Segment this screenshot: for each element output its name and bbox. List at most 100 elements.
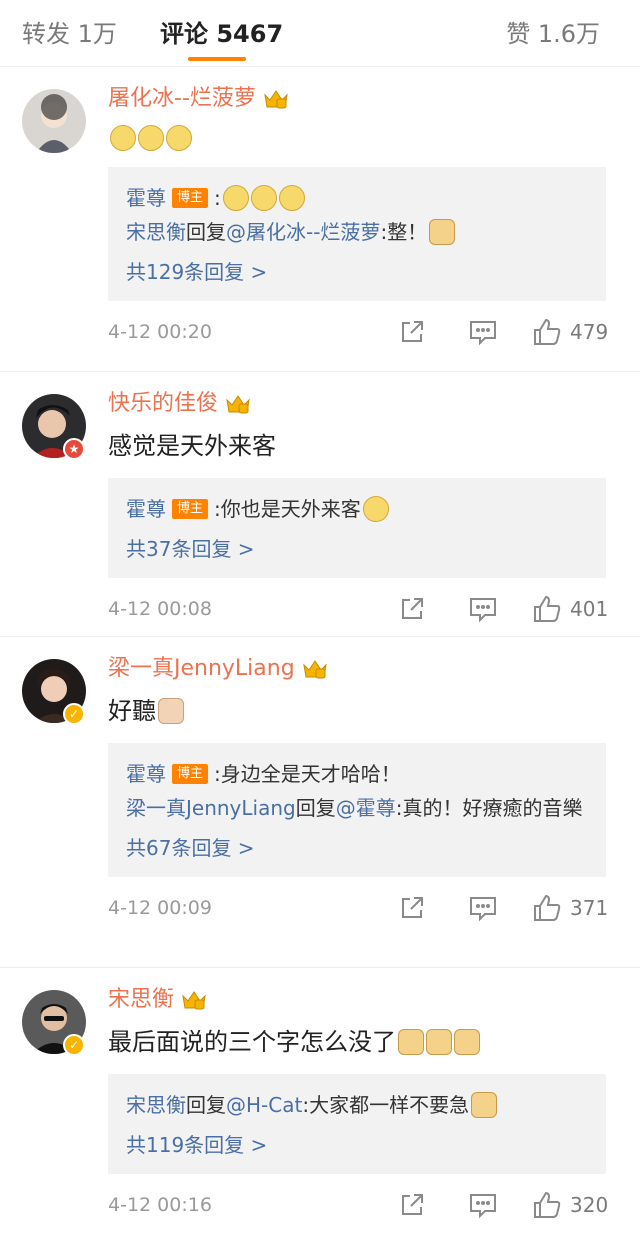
reply-box[interactable]: 霍尊 博主 : 身边全是天才哈哈！ 梁一真JennyLiang 回复 @霍尊 :…: [108, 743, 606, 877]
comment-username[interactable]: 宋思衡: [108, 984, 606, 1016]
more-replies-link[interactable]: 共37条回复 >: [126, 532, 588, 566]
upside-down-face-emoji-icon: [250, 185, 277, 211]
repost-icon[interactable]: [398, 594, 426, 624]
reply-user[interactable]: 宋思衡: [126, 215, 186, 249]
comment-text: 好聽: [108, 695, 606, 727]
reply-box[interactable]: 宋思衡 回复 @H-Cat : 大家都一样不要急 共119条回复 >: [108, 1074, 606, 1174]
reply-user[interactable]: 宋思衡: [126, 1088, 186, 1122]
tab-comments-label: 评论: [160, 20, 208, 48]
thumbs-up-emoji-icon: [158, 698, 184, 724]
more-replies-link[interactable]: 共119条回复 >: [126, 1128, 588, 1162]
author-tag: 博主: [172, 188, 209, 208]
reply-user[interactable]: 霍尊: [126, 492, 166, 526]
reply-mention[interactable]: @H-Cat: [226, 1088, 302, 1122]
verified-badge-icon: ✓: [63, 1034, 85, 1056]
comment-timestamp: 4-12 00:20: [108, 321, 212, 343]
like-button[interactable]: 401: [532, 594, 608, 624]
dizzy-face-emoji-icon: [110, 125, 136, 151]
reply-text: 真的！好療癒的音樂: [402, 796, 583, 820]
comment-item: ✓ 梁一真JennyLiang 好聽 霍尊 博主 : 身边全是天才哈哈！ 梁一真…: [0, 637, 640, 968]
crown-badge-icon: [302, 660, 327, 679]
dizzy-face-emoji-icon: [166, 125, 192, 151]
doge-emoji-icon: [429, 219, 456, 245]
comment-timestamp: 4-12 00:09: [108, 897, 212, 919]
like-button[interactable]: 371: [532, 893, 608, 923]
reply-line: 霍尊 博主 :: [126, 181, 588, 215]
comment-text: [108, 125, 606, 151]
doge-emoji-icon: [471, 1092, 498, 1118]
reply-line: 宋思衡 回复 @屠化冰--烂菠萝 : 整！: [126, 215, 588, 249]
reply-box[interactable]: 霍尊 博主 : 宋思衡 回复 @屠化冰--烂菠萝 : 整！ 共129条回复 >: [108, 167, 606, 301]
like-button[interactable]: 320: [532, 1190, 608, 1220]
reply-user[interactable]: 梁一真JennyLiang: [126, 791, 296, 825]
tab-likes[interactable]: 赞 1.6万: [506, 14, 600, 49]
username-text: 宋思衡: [108, 987, 175, 1012]
comment-footer: 4-12 00:16 320: [108, 1174, 608, 1240]
reply-line: 霍尊 博主 : 你也是天外来客: [126, 492, 588, 526]
repost-icon[interactable]: [398, 317, 426, 347]
comment-icon[interactable]: [468, 317, 498, 347]
comment-icon[interactable]: [468, 893, 498, 923]
reply-separator: :: [214, 762, 221, 786]
reply-mention[interactable]: @霍尊: [336, 791, 396, 825]
comment-text: 最后面说的三个字怎么没了: [108, 1026, 606, 1058]
reply-verb: 回复: [295, 796, 336, 820]
comment-item: ★ 快乐的佳俊 感觉是天外来客 霍尊 博主 : 你也是天外来客 共37条回复 >…: [0, 372, 640, 637]
comment-icon[interactable]: [468, 1190, 498, 1220]
reply-box[interactable]: 霍尊 博主 : 你也是天外来客 共37条回复 >: [108, 478, 606, 578]
reply-line: 梁一真JennyLiang 回复 @霍尊 : 真的！好療癒的音樂: [126, 791, 588, 825]
tab-likes-label: 赞: [506, 20, 531, 48]
repost-icon[interactable]: [398, 1190, 426, 1220]
comment-username[interactable]: 梁一真JennyLiang: [108, 653, 606, 685]
reply-line: 宋思衡 回复 @H-Cat : 大家都一样不要急: [126, 1088, 588, 1122]
tab-comments[interactable]: 评论 5467: [160, 14, 283, 49]
crown-badge-icon: [226, 395, 250, 414]
upside-down-face-emoji-icon: [278, 185, 305, 211]
like-count: 371: [570, 896, 609, 920]
reply-separator: :: [302, 1093, 310, 1117]
upside-down-face-emoji-icon: [222, 185, 249, 211]
more-replies-link[interactable]: 共67条回复 >: [126, 831, 588, 865]
tab-repost[interactable]: 转发 1万: [22, 14, 117, 49]
comment-footer: 4-12 00:20 479: [108, 301, 608, 367]
reply-text: 身边全是天才哈哈！: [220, 762, 401, 786]
reply-line: 霍尊 博主 : 身边全是天才哈哈！: [126, 757, 588, 791]
comment-username[interactable]: 快乐的佳俊: [108, 388, 606, 420]
comment-footer: 4-12 00:08 401: [108, 578, 608, 644]
reply-user[interactable]: 霍尊: [126, 757, 166, 791]
tab-likes-count: 1.6万: [537, 20, 600, 48]
comment-icon[interactable]: [468, 594, 498, 624]
username-text: 梁一真JennyLiang: [108, 656, 295, 681]
comment-text-content: 最后面说的三个字怎么没了: [108, 1028, 396, 1056]
reply-separator: :: [214, 497, 221, 521]
reply-mention[interactable]: @屠化冰--烂菠萝: [226, 215, 380, 249]
comment-text-content: 好聽: [108, 697, 156, 725]
thumbs-up-icon: [534, 1191, 561, 1218]
like-button[interactable]: 479: [532, 317, 608, 347]
avatar[interactable]: [22, 89, 86, 153]
like-count: 401: [570, 597, 609, 621]
reply-user[interactable]: 霍尊: [126, 181, 166, 215]
author-tag: 博主: [172, 499, 209, 519]
reply-text: 大家都一样不要急: [309, 1093, 470, 1117]
comment-timestamp: 4-12 00:16: [108, 1194, 212, 1216]
tab-repost-count: 1万: [77, 20, 117, 48]
thumbs-up-icon: [534, 595, 561, 622]
reply-verb: 回复: [186, 1093, 226, 1117]
comment-footer: 4-12 00:09 371: [108, 877, 608, 943]
thumbs-up-icon: [534, 894, 561, 921]
tab-repost-label: 转发: [22, 20, 70, 48]
like-count: 320: [570, 1193, 609, 1217]
reply-separator: :: [380, 220, 388, 244]
more-replies-link[interactable]: 共129条回复 >: [126, 255, 588, 289]
comment-username[interactable]: 屠化冰--烂菠萝: [108, 83, 606, 115]
doge-emoji-icon: [426, 1029, 452, 1055]
doge-emoji-icon: [454, 1029, 480, 1055]
author-tag: 博主: [172, 764, 209, 784]
repost-icon[interactable]: [398, 893, 426, 923]
username-text: 屠化冰--烂菠萝: [108, 86, 256, 111]
tab-bar: 转发 1万 评论 5467 赞 1.6万: [0, 0, 640, 67]
crown-badge-icon: [264, 90, 288, 109]
comment-text: 感觉是天外来客: [108, 432, 276, 460]
smile-emoji-icon: [362, 496, 389, 522]
